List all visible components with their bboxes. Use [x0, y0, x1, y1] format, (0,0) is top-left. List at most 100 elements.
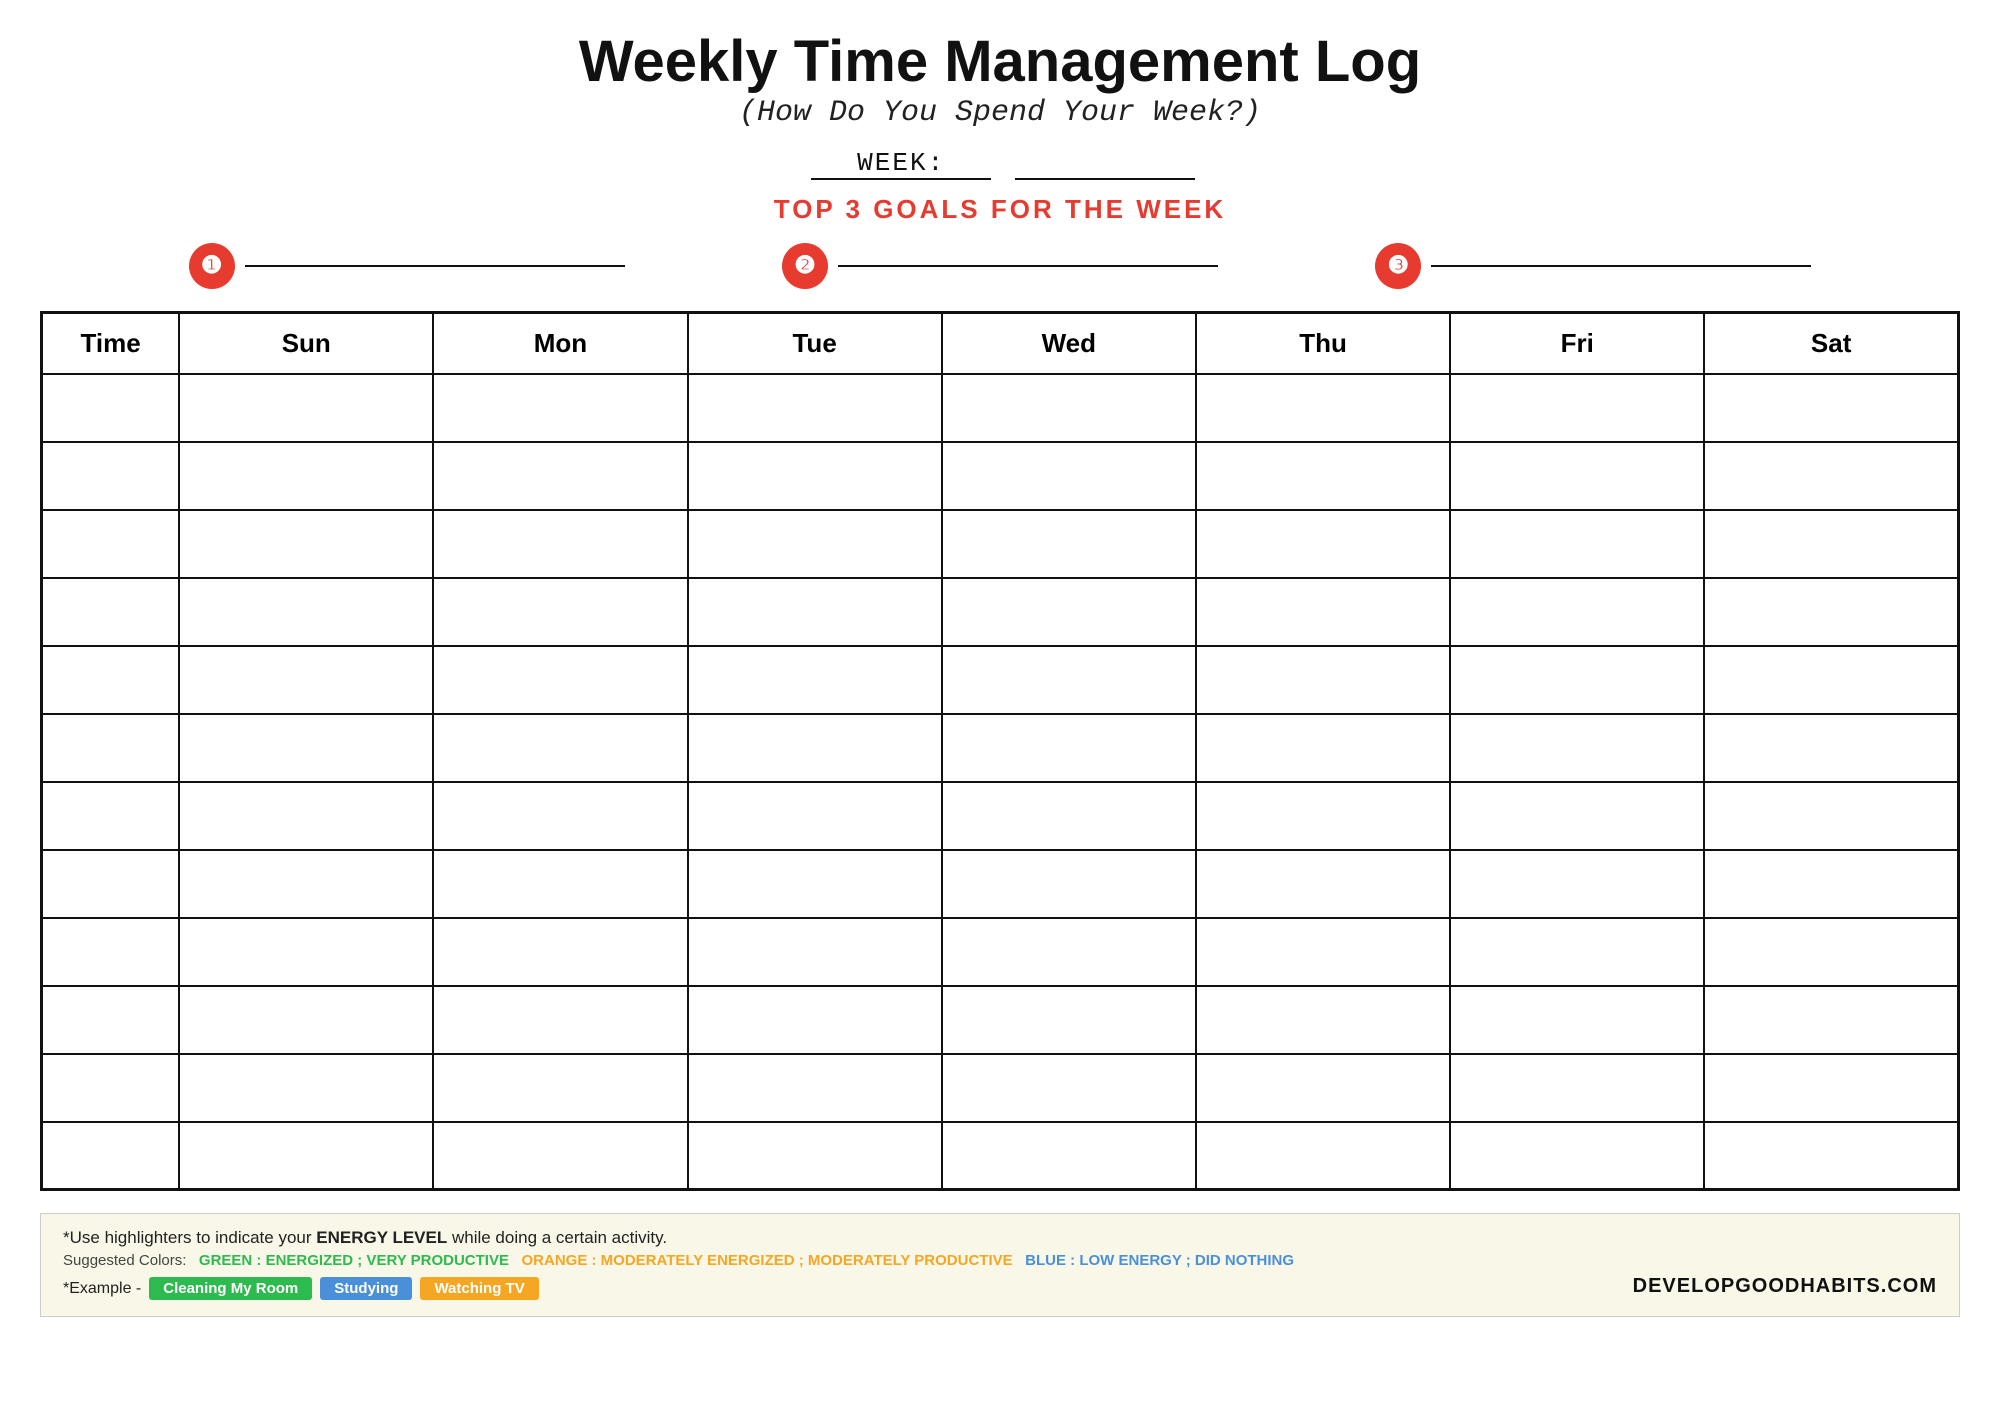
time-cell[interactable]	[42, 374, 180, 442]
schedule-cell[interactable]	[688, 1054, 942, 1122]
schedule-cell[interactable]	[1196, 442, 1450, 510]
schedule-cell[interactable]	[1450, 714, 1704, 782]
schedule-cell[interactable]	[1450, 646, 1704, 714]
schedule-cell[interactable]	[1196, 918, 1450, 986]
schedule-cell[interactable]	[1704, 918, 1958, 986]
schedule-cell[interactable]	[433, 646, 687, 714]
schedule-cell[interactable]	[688, 374, 942, 442]
schedule-cell[interactable]	[942, 578, 1196, 646]
time-cell[interactable]	[42, 510, 180, 578]
schedule-cell[interactable]	[179, 510, 433, 578]
time-cell[interactable]	[42, 850, 180, 918]
schedule-cell[interactable]	[179, 1122, 433, 1190]
schedule-cell[interactable]	[942, 986, 1196, 1054]
schedule-cell[interactable]	[1196, 986, 1450, 1054]
schedule-cell[interactable]	[688, 646, 942, 714]
schedule-cell[interactable]	[433, 374, 687, 442]
time-cell[interactable]	[42, 578, 180, 646]
schedule-cell[interactable]	[688, 918, 942, 986]
time-cell[interactable]	[42, 714, 180, 782]
schedule-cell[interactable]	[942, 1054, 1196, 1122]
schedule-cell[interactable]	[179, 782, 433, 850]
col-mon: Mon	[433, 312, 687, 374]
schedule-cell[interactable]	[942, 918, 1196, 986]
schedule-cell[interactable]	[1704, 510, 1958, 578]
schedule-cell[interactable]	[1450, 578, 1704, 646]
schedule-cell[interactable]	[1196, 374, 1450, 442]
schedule-cell[interactable]	[942, 714, 1196, 782]
schedule-cell[interactable]	[1704, 578, 1958, 646]
time-cell[interactable]	[42, 782, 180, 850]
schedule-cell[interactable]	[1196, 714, 1450, 782]
schedule-cell[interactable]	[942, 646, 1196, 714]
schedule-cell[interactable]	[433, 986, 687, 1054]
schedule-cell[interactable]	[433, 918, 687, 986]
schedule-cell[interactable]	[433, 714, 687, 782]
schedule-cell[interactable]	[179, 442, 433, 510]
schedule-cell[interactable]	[1196, 510, 1450, 578]
schedule-cell[interactable]	[1704, 1054, 1958, 1122]
schedule-cell[interactable]	[1196, 782, 1450, 850]
schedule-cell[interactable]	[179, 1054, 433, 1122]
schedule-cell[interactable]	[1450, 918, 1704, 986]
schedule-cell[interactable]	[1704, 986, 1958, 1054]
schedule-cell[interactable]	[1450, 986, 1704, 1054]
schedule-cell[interactable]	[688, 986, 942, 1054]
schedule-cell[interactable]	[1704, 374, 1958, 442]
schedule-cell[interactable]	[688, 850, 942, 918]
schedule-cell[interactable]	[688, 1122, 942, 1190]
schedule-cell[interactable]	[688, 510, 942, 578]
schedule-cell[interactable]	[1704, 442, 1958, 510]
schedule-cell[interactable]	[1704, 850, 1958, 918]
schedule-cell[interactable]	[688, 714, 942, 782]
schedule-cell[interactable]	[1450, 510, 1704, 578]
schedule-cell[interactable]	[433, 782, 687, 850]
schedule-cell[interactable]	[688, 442, 942, 510]
schedule-cell[interactable]	[942, 442, 1196, 510]
schedule-cell[interactable]	[1450, 1122, 1704, 1190]
schedule-cell[interactable]	[1704, 646, 1958, 714]
schedule-cell[interactable]	[1704, 714, 1958, 782]
time-cell[interactable]	[42, 442, 180, 510]
schedule-cell[interactable]	[1450, 782, 1704, 850]
schedule-cell[interactable]	[179, 374, 433, 442]
schedule-cell[interactable]	[179, 986, 433, 1054]
schedule-cell[interactable]	[1450, 374, 1704, 442]
schedule-cell[interactable]	[179, 646, 433, 714]
schedule-cell[interactable]	[433, 850, 687, 918]
schedule-cell[interactable]	[942, 374, 1196, 442]
schedule-cell[interactable]	[433, 442, 687, 510]
example-tag-green: Cleaning My Room	[149, 1277, 312, 1300]
schedule-cell[interactable]	[688, 578, 942, 646]
time-cell[interactable]	[42, 1054, 180, 1122]
schedule-cell[interactable]	[1450, 1054, 1704, 1122]
schedule-cell[interactable]	[1450, 442, 1704, 510]
schedule-cell[interactable]	[179, 578, 433, 646]
time-cell[interactable]	[42, 1122, 180, 1190]
schedule-cell[interactable]	[942, 782, 1196, 850]
schedule-cell[interactable]	[1196, 1054, 1450, 1122]
schedule-cell[interactable]	[1704, 782, 1958, 850]
time-cell[interactable]	[42, 986, 180, 1054]
table-row	[42, 578, 1959, 646]
schedule-cell[interactable]	[433, 1122, 687, 1190]
schedule-cell[interactable]	[688, 782, 942, 850]
schedule-cell[interactable]	[1196, 1122, 1450, 1190]
schedule-cell[interactable]	[942, 850, 1196, 918]
schedule-cell[interactable]	[1196, 646, 1450, 714]
schedule-cell[interactable]	[942, 1122, 1196, 1190]
schedule-cell[interactable]	[433, 510, 687, 578]
time-cell[interactable]	[42, 646, 180, 714]
schedule-cell[interactable]	[179, 714, 433, 782]
schedule-cell[interactable]	[433, 578, 687, 646]
schedule-cell[interactable]	[1196, 578, 1450, 646]
schedule-cell[interactable]	[1196, 850, 1450, 918]
schedule-cell[interactable]	[179, 918, 433, 986]
schedule-cell[interactable]	[1704, 1122, 1958, 1190]
schedule-cell[interactable]	[433, 1054, 687, 1122]
time-cell[interactable]	[42, 918, 180, 986]
schedule-cell[interactable]	[942, 510, 1196, 578]
table-row	[42, 510, 1959, 578]
schedule-cell[interactable]	[179, 850, 433, 918]
schedule-cell[interactable]	[1450, 850, 1704, 918]
